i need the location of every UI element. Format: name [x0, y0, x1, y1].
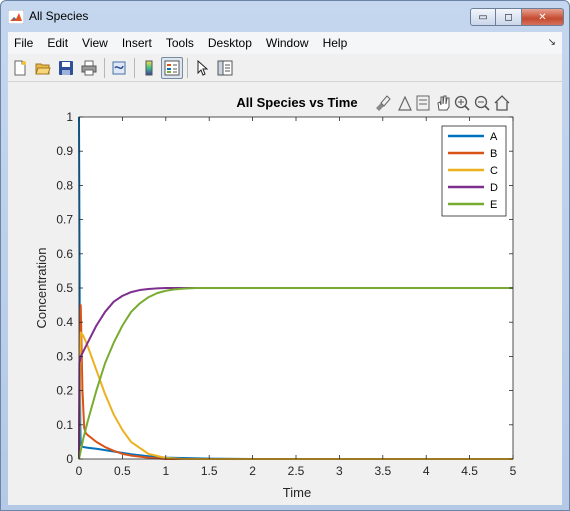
x-axis-label: Time — [283, 485, 311, 500]
y-tick-label: 0.9 — [56, 144, 73, 158]
figure-window: All Species ▭ ◻ ✕ File Edit View Insert … — [0, 0, 570, 511]
plot-svg: 0 0.5 1 1.5 2 2.5 3 3.5 4 4.5 5 0 0.1 0.2 0.3 0.4 0.5 0.6… — [34, 95, 517, 500]
axes-toolbar — [376, 95, 510, 111]
close-button[interactable]: ✕ — [522, 8, 564, 26]
y-tick-label: 0.5 — [56, 281, 73, 295]
x-tick-label: 4 — [423, 464, 430, 478]
y-tick-label: 0.7 — [56, 213, 73, 227]
figure-toolbar — [8, 54, 562, 82]
y-tick-label: 0.3 — [56, 349, 73, 363]
new-figure-button[interactable] — [9, 57, 31, 79]
colorbar-button[interactable] — [138, 57, 160, 79]
figure-client-area: File Edit View Insert Tools Desktop Wind… — [8, 32, 562, 505]
maximize-icon: ◻ — [504, 11, 513, 23]
menu-help[interactable]: Help — [316, 36, 355, 50]
window-title: All Species — [29, 9, 89, 23]
matlab-logo-icon — [8, 10, 24, 24]
title-bar[interactable]: All Species ▭ ◻ ✕ — [1, 1, 569, 32]
link-plot-icon — [112, 61, 126, 74]
x-tick-label: 2 — [249, 464, 256, 478]
home-icon[interactable] — [494, 95, 510, 111]
y-tick-label: 0.8 — [56, 178, 73, 192]
y-tick-label: 0 — [66, 452, 73, 466]
chart-legend[interactable]: ABCDE — [441, 125, 507, 217]
toolbar-separator — [104, 57, 105, 78]
toolbar-separator — [134, 57, 135, 78]
x-tick-label: 3 — [336, 464, 343, 478]
zoom-out-icon[interactable] — [474, 95, 490, 111]
menu-view[interactable]: View — [75, 36, 115, 50]
x-tick-label: 4.5 — [461, 464, 478, 478]
menu-overflow-icon[interactable]: ↘ — [548, 37, 556, 48]
y-tick-label: 0.2 — [56, 384, 73, 398]
legend-label-d: D — [490, 182, 498, 194]
figure-canvas: 0 0.5 1 1.5 2 2.5 3 3.5 4 4.5 5 0 0.1 0.2 0.3 0.4 0.5 0.6… — [8, 83, 562, 505]
close-icon: ✕ — [538, 11, 547, 23]
menu-edit[interactable]: Edit — [40, 36, 75, 50]
colorbar-icon — [145, 60, 153, 75]
legend-label-c: C — [490, 165, 498, 177]
minimize-icon: ▭ — [478, 11, 488, 23]
x-tick-label: 2.5 — [288, 464, 305, 478]
menu-bar: File Edit View Insert Tools Desktop Wind… — [8, 32, 562, 54]
legend-label-a: A — [490, 131, 498, 143]
legend-label-b: B — [490, 148, 497, 160]
open-file-button[interactable] — [32, 57, 54, 79]
x-tick-label: 0 — [76, 464, 83, 478]
print-button[interactable] — [78, 57, 100, 79]
x-tick-label: 1 — [162, 464, 169, 478]
menu-file[interactable]: File — [8, 36, 40, 50]
x-tick-label: 1.5 — [201, 464, 218, 478]
legend-button[interactable] — [161, 56, 183, 79]
minimize-button[interactable]: ▭ — [470, 8, 496, 26]
open-file-icon — [35, 63, 51, 74]
print-icon — [81, 60, 97, 75]
chart-title: All Species vs Time — [236, 95, 357, 110]
brush-icon[interactable] — [376, 95, 391, 111]
legend-label-e: E — [490, 199, 497, 211]
x-tick-label: 3.5 — [374, 464, 391, 478]
save-icon — [59, 60, 73, 75]
y-tick-label: 0.1 — [56, 418, 73, 432]
property-inspector-icon — [217, 60, 233, 75]
link-plot-button[interactable] — [108, 57, 130, 79]
export-icon[interactable] — [416, 95, 430, 111]
zoom-in-icon[interactable] — [454, 95, 470, 111]
y-tick-label: 0.4 — [56, 315, 73, 329]
y-tick-label: 1 — [66, 110, 73, 124]
edit-plot-button[interactable] — [191, 57, 213, 79]
pan-icon[interactable] — [437, 95, 450, 111]
legend-icon — [164, 60, 180, 75]
window-controls: ▭ ◻ ✕ — [470, 8, 564, 26]
menu-window[interactable]: Window — [259, 36, 316, 50]
toolbar-separator — [187, 57, 188, 78]
save-button[interactable] — [55, 57, 77, 79]
new-figure-icon — [14, 60, 26, 75]
menu-insert[interactable]: Insert — [115, 36, 159, 50]
x-tick-label: 0.5 — [114, 464, 131, 478]
menu-desktop[interactable]: Desktop — [201, 36, 259, 50]
property-inspector-button[interactable] — [214, 57, 236, 79]
x-tick-label: 5 — [510, 464, 517, 478]
y-axis-label: Concentration — [34, 248, 49, 329]
data-cursor-icon[interactable] — [398, 95, 412, 111]
maximize-button[interactable]: ◻ — [496, 8, 522, 26]
menu-tools[interactable]: Tools — [159, 36, 201, 50]
y-tick-label: 0.6 — [56, 247, 73, 261]
edit-plot-arrow-icon — [197, 59, 209, 76]
